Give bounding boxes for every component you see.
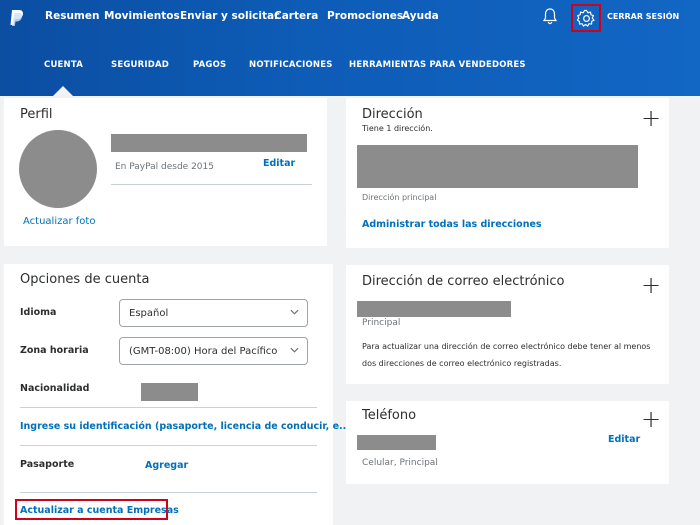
- upgrade-business-link[interactable]: Actualizar a cuenta Empresas: [20, 505, 179, 516]
- logout-link[interactable]: CERRAR SESIÓN: [607, 12, 679, 21]
- tab-pagos[interactable]: PAGOS: [193, 60, 226, 70]
- update-photo-link[interactable]: Actualizar foto: [23, 216, 95, 227]
- timezone-select[interactable]: (GMT-08:00) Hora del Pacífico: [119, 337, 308, 365]
- tab-seguridad[interactable]: SEGURIDAD: [111, 60, 169, 70]
- redacted-phone: [357, 435, 436, 450]
- redacted-email: [357, 301, 511, 317]
- add-email-icon[interactable]: +: [641, 273, 661, 297]
- bell-icon[interactable]: [541, 7, 559, 25]
- language-value: Español: [129, 308, 169, 319]
- language-label: Idioma: [20, 307, 57, 318]
- divider: [20, 492, 317, 493]
- edit-phone-link[interactable]: Editar: [608, 434, 640, 445]
- edit-profile-link[interactable]: Editar: [263, 158, 295, 169]
- address-title: Dirección: [362, 107, 423, 122]
- redacted-name: [111, 134, 307, 152]
- passport-label: Pasaporte: [20, 459, 75, 470]
- divider: [20, 407, 317, 408]
- add-address-icon[interactable]: +: [641, 106, 661, 130]
- timezone-value: (GMT-08:00) Hora del Pacífico: [129, 346, 278, 357]
- account-options-card: Opciones de cuenta Idioma Español Zona h…: [4, 264, 350, 525]
- phone-title: Teléfono: [362, 408, 417, 423]
- manage-addresses-link[interactable]: Administrar todas las direcciones: [362, 219, 542, 230]
- tab-cuenta[interactable]: CUENTA: [44, 60, 83, 70]
- top-navigation: Resumen Movimientos Enviar y solicitar C…: [0, 0, 700, 96]
- redacted-address: [357, 145, 638, 188]
- address-primary: Dirección principal: [362, 193, 437, 202]
- profile-divider: [111, 184, 312, 185]
- nav-cartera[interactable]: Cartera: [274, 10, 318, 22]
- nav-resumen[interactable]: Resumen: [45, 10, 99, 22]
- email-primary: Principal: [362, 318, 401, 328]
- address-card: Dirección Tiene 1 dirección. + Dirección…: [346, 98, 669, 248]
- language-select[interactable]: Español: [119, 299, 308, 327]
- add-passport-link[interactable]: Agregar: [145, 460, 188, 471]
- email-title: Dirección de correo electrónico: [362, 274, 565, 289]
- email-card: Dirección de correo electrónico + Princi…: [346, 265, 669, 384]
- nav-enviar-solicitar[interactable]: Enviar y solicitar: [180, 10, 279, 22]
- chevron-down-icon: [290, 309, 299, 315]
- id-prompt-link[interactable]: Ingrese su identificación (pasaporte, li…: [20, 421, 350, 432]
- settings-button[interactable]: [571, 4, 601, 32]
- profile-title: Perfil: [20, 107, 53, 122]
- nav-ayuda[interactable]: Ayuda: [402, 10, 439, 22]
- divider: [20, 445, 317, 446]
- tab-notificaciones[interactable]: NOTIFICACIONES: [249, 60, 333, 70]
- phone-type: Celular, Principal: [362, 458, 438, 468]
- email-note: Para actualizar una dirección de correo …: [362, 342, 651, 368]
- paypal-logo[interactable]: [9, 9, 25, 27]
- nationality-label: Nacionalidad: [20, 383, 90, 394]
- chevron-down-icon: [290, 347, 299, 353]
- avatar: [19, 130, 97, 208]
- address-count: Tiene 1 dirección.: [362, 124, 433, 133]
- add-phone-icon[interactable]: +: [641, 407, 661, 431]
- timezone-label: Zona horaria: [20, 345, 89, 356]
- profile-card: Perfil En PayPal desde 2015 Editar Actua…: [4, 98, 327, 246]
- account-options-title: Opciones de cuenta: [20, 272, 150, 287]
- redacted-nationality: [141, 383, 198, 401]
- gear-icon: [577, 9, 595, 27]
- member-since: En PayPal desde 2015: [115, 162, 214, 172]
- active-tab-indicator: [53, 86, 73, 96]
- nav-movimientos[interactable]: Movimientos: [104, 10, 180, 22]
- tab-herramientas-vendedores[interactable]: HERRAMIENTAS PARA VENDEDORES: [349, 60, 526, 70]
- phone-card: Teléfono + Editar Celular, Principal: [346, 401, 669, 484]
- nav-promociones[interactable]: Promociones: [327, 10, 403, 22]
